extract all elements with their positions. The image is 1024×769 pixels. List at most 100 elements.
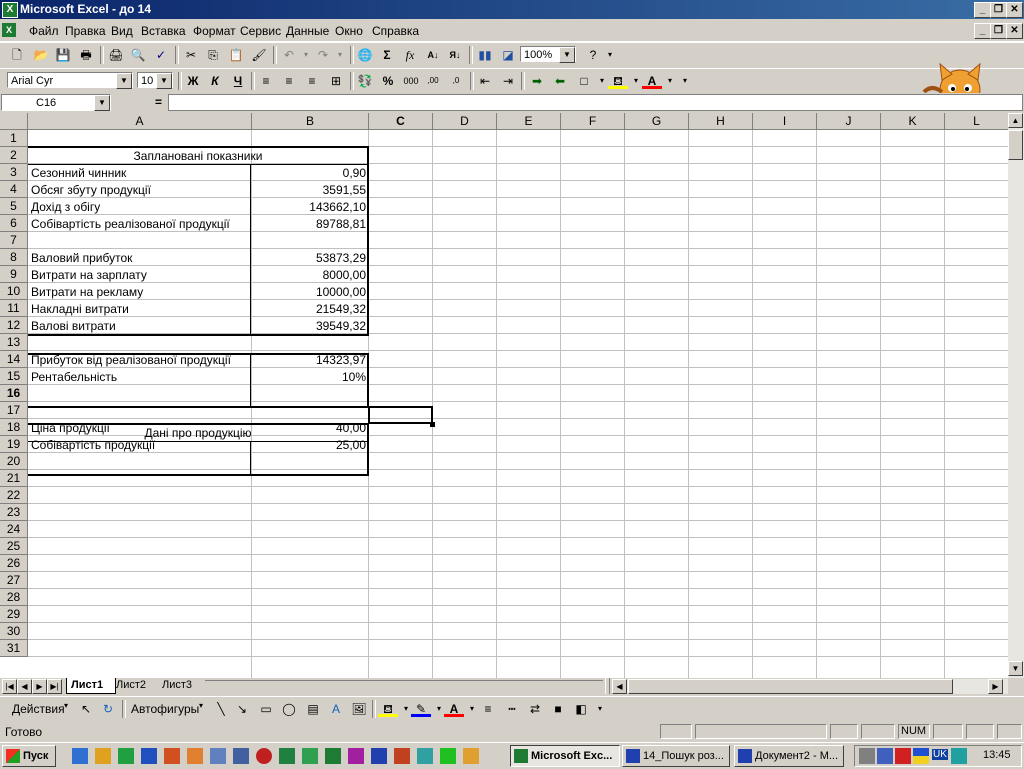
select-objects-icon[interactable]: ↖ bbox=[76, 700, 96, 718]
cell-label[interactable]: Сезонний чинник bbox=[31, 166, 126, 180]
scroll-up-icon[interactable]: ▲ bbox=[1008, 113, 1023, 128]
row-header[interactable]: 31 bbox=[0, 640, 28, 657]
column-header[interactable]: E bbox=[497, 113, 561, 130]
cell-value[interactable]: 39549,32 bbox=[252, 319, 366, 333]
menu-insert[interactable]: Вставка bbox=[141, 24, 186, 38]
sheet-tab-3[interactable]: Лист3 bbox=[162, 678, 192, 693]
cell-value[interactable]: 8000,00 bbox=[252, 268, 366, 282]
column-header[interactable]: L bbox=[945, 113, 1009, 130]
quick-launch-icon[interactable] bbox=[440, 748, 456, 764]
menu-help[interactable]: Справка bbox=[372, 24, 419, 38]
row-header[interactable]: 12 bbox=[0, 317, 28, 334]
3d-icon[interactable]: ◧ bbox=[571, 700, 591, 718]
merge-center-icon[interactable]: ⊞ bbox=[326, 72, 346, 90]
row-header[interactable]: 11 bbox=[0, 300, 28, 317]
cell-value[interactable]: 0,90 bbox=[252, 166, 366, 180]
select-all-corner[interactable] bbox=[0, 113, 28, 130]
task-word-2[interactable]: Документ2 - М... bbox=[734, 745, 844, 767]
percent-icon[interactable]: % bbox=[378, 72, 398, 90]
menu-window[interactable]: Окно bbox=[335, 24, 363, 38]
rectangle-icon[interactable]: ▭ bbox=[256, 700, 276, 718]
zoom-select[interactable]: 100% ▼ bbox=[520, 46, 576, 63]
cell-value[interactable]: 53873,29 bbox=[252, 251, 366, 265]
sheet-tab-1[interactable]: Лист1 bbox=[66, 678, 116, 694]
row-header[interactable]: 14 bbox=[0, 351, 28, 368]
cell-label[interactable]: Собівартість реалізованої продукції bbox=[31, 217, 230, 231]
row-header[interactable]: 25 bbox=[0, 538, 28, 555]
last-sheet-icon[interactable]: ▶| bbox=[47, 679, 62, 694]
cell-value[interactable]: 14323,97 bbox=[252, 353, 366, 367]
shadow-icon[interactable]: ■ bbox=[548, 700, 568, 718]
font-size-select[interactable]: 10 ▼ bbox=[137, 72, 173, 89]
name-box[interactable]: C16 ▼ bbox=[1, 94, 111, 111]
sort-ascending-icon[interactable]: A↓ bbox=[423, 46, 443, 64]
quick-launch-icon[interactable] bbox=[118, 748, 134, 764]
scroll-left-icon[interactable]: ◀ bbox=[612, 679, 627, 694]
column-header[interactable]: B bbox=[252, 113, 369, 130]
cell-label[interactable]: Витрати на рекламу bbox=[31, 285, 143, 299]
open-icon[interactable]: 📂 bbox=[31, 46, 51, 64]
row-header[interactable]: 22 bbox=[0, 487, 28, 504]
chevron-down-icon[interactable]: ▼ bbox=[559, 47, 575, 63]
arrow-style-icon[interactable]: ⇄ bbox=[525, 700, 545, 718]
print-icon[interactable]: 🖨 bbox=[106, 46, 126, 64]
cell-value[interactable]: 3591,55 bbox=[252, 183, 366, 197]
prev-sheet-icon[interactable]: ◀ bbox=[17, 679, 32, 694]
column-header[interactable]: I bbox=[753, 113, 817, 130]
font-name-select[interactable]: Arial Cyr ▼ bbox=[7, 72, 133, 89]
minimize-button[interactable]: _ bbox=[974, 2, 991, 18]
flag-icon[interactable] bbox=[913, 748, 929, 764]
explorer-icon[interactable] bbox=[95, 748, 111, 764]
cell-value[interactable]: 10% bbox=[252, 370, 366, 384]
chevron-down-icon[interactable]: ▾ bbox=[64, 701, 68, 710]
quick-launch-icon[interactable] bbox=[417, 748, 433, 764]
horizontal-scrollbar[interactable]: ◀ ▶ bbox=[612, 679, 1008, 694]
row-header[interactable]: 21 bbox=[0, 470, 28, 487]
scroll-thumb[interactable] bbox=[1008, 130, 1023, 160]
cell-label[interactable]: Накладні витрати bbox=[31, 302, 129, 316]
column-header[interactable]: A bbox=[28, 113, 252, 130]
quick-launch-icon[interactable] bbox=[210, 748, 226, 764]
free-rotate-icon[interactable]: ↻ bbox=[98, 700, 118, 718]
row-header[interactable]: 28 bbox=[0, 589, 28, 606]
decrease-indent-icon[interactable]: ⇤ bbox=[475, 72, 495, 90]
selected-cell[interactable] bbox=[368, 406, 433, 424]
quick-launch-icon[interactable] bbox=[141, 748, 157, 764]
cell-label[interactable]: Обсяг збуту продукції bbox=[31, 183, 151, 197]
oval-icon[interactable]: ◯ bbox=[279, 700, 299, 718]
menu-file[interactable]: Файл bbox=[29, 24, 59, 38]
comma-style-icon[interactable]: 000 bbox=[401, 72, 421, 90]
cell-label[interactable]: Витрати на зарплату bbox=[31, 268, 147, 282]
quick-launch-icon[interactable] bbox=[279, 748, 295, 764]
menu-edit[interactable]: Правка bbox=[65, 24, 106, 38]
row-header[interactable]: 15 bbox=[0, 368, 28, 385]
row-header[interactable]: 6 bbox=[0, 215, 28, 232]
spelling-icon[interactable]: ✓ bbox=[151, 46, 171, 64]
next-sheet-icon[interactable]: ▶ bbox=[32, 679, 47, 694]
permission-icon[interactable]: 🖶 bbox=[76, 46, 96, 64]
network-icon[interactable] bbox=[877, 748, 893, 764]
toolbar-options-icon[interactable]: ▾ bbox=[675, 72, 695, 90]
cell-value[interactable]: 21549,32 bbox=[252, 302, 366, 316]
row-header[interactable]: 1 bbox=[0, 130, 28, 147]
font-color-icon[interactable]: A bbox=[444, 700, 464, 717]
excel-app-icon[interactable]: X bbox=[2, 2, 18, 18]
tab-split-handle[interactable] bbox=[605, 678, 610, 694]
row-header[interactable]: 7 bbox=[0, 232, 28, 249]
quick-launch-icon[interactable] bbox=[233, 748, 249, 764]
spreadsheet-grid[interactable]: A B C D E F G H I J K L 1 2 3 4 5 6 7 8 9 10 11 12 1… bbox=[0, 113, 1009, 678]
column-header[interactable]: J bbox=[817, 113, 881, 130]
tray-icon[interactable] bbox=[951, 748, 967, 764]
column-header[interactable]: D bbox=[433, 113, 497, 130]
font-color-icon[interactable]: A bbox=[642, 72, 662, 89]
quick-launch-icon[interactable] bbox=[302, 748, 318, 764]
chevron-down-icon[interactable]: ▼ bbox=[94, 95, 110, 111]
increase-decimal-icon[interactable]: ,00 bbox=[423, 72, 443, 90]
save-icon[interactable]: 💾 bbox=[53, 46, 73, 64]
line-color-icon[interactable]: ✎ bbox=[411, 700, 431, 717]
hyperlink-icon[interactable]: 🌐 bbox=[355, 46, 375, 64]
wordart-icon[interactable]: A bbox=[326, 700, 346, 718]
row-header[interactable]: 19 bbox=[0, 436, 28, 453]
menu-data[interactable]: Данные bbox=[286, 24, 329, 38]
chevron-down-icon[interactable]: ▼ bbox=[156, 73, 172, 89]
